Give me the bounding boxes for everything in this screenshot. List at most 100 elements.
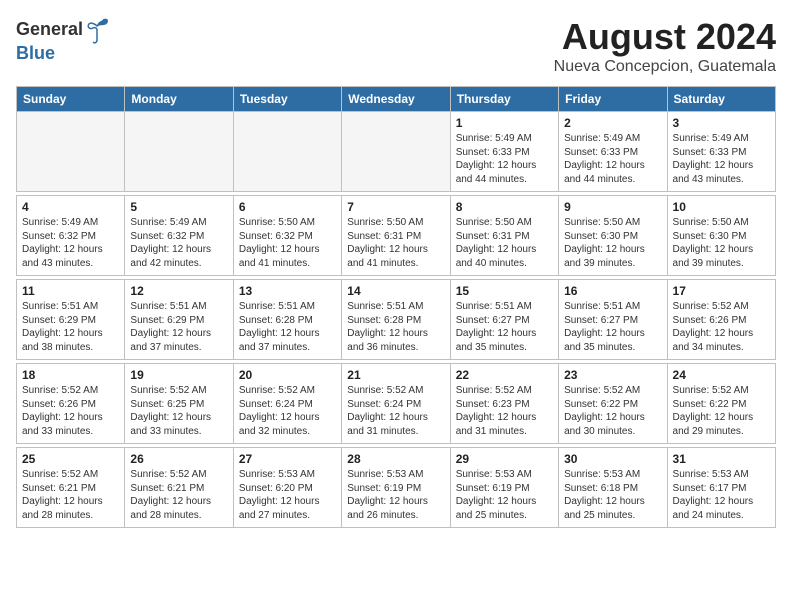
day-info: Sunrise: 5:52 AM Sunset: 6:21 PM Dayligh… bbox=[22, 468, 119, 522]
day-number: 20 bbox=[239, 368, 336, 382]
day-info: Sunrise: 5:49 AM Sunset: 6:33 PM Dayligh… bbox=[673, 132, 770, 186]
day-info: Sunrise: 5:52 AM Sunset: 6:26 PM Dayligh… bbox=[673, 300, 770, 354]
calendar-day-cell: 20 Sunrise: 5:52 AM Sunset: 6:24 PM Dayli… bbox=[233, 364, 341, 444]
day-number: 14 bbox=[347, 284, 444, 298]
calendar-day-cell: 28Sunrise: 5:53 AM Sunset: 6:19 PM Dayli… bbox=[342, 448, 450, 528]
calendar-day-cell: 1Sunrise: 5:49 AM Sunset: 6:33 PM Daylig… bbox=[450, 112, 558, 192]
page-header: General Blue August 2024 Nueva Concepcio… bbox=[16, 16, 776, 76]
day-number: 17 bbox=[673, 284, 770, 298]
calendar-day-cell: 18 Sunrise: 5:52 AM Sunset: 6:26 PM Dayli… bbox=[17, 364, 125, 444]
day-number: 7 bbox=[347, 200, 444, 214]
location-subtitle: Nueva Concepcion, Guatemala bbox=[554, 58, 776, 76]
day-info: Sunrise: 5:51 AM Sunset: 6:29 PM Dayligh… bbox=[130, 300, 227, 354]
calendar-week-row: 11Sunrise: 5:51 AM Sunset: 6:29 PM Dayli… bbox=[17, 280, 776, 360]
day-info: Sunrise: 5:50 AM Sunset: 6:30 PM Dayligh… bbox=[564, 216, 661, 270]
month-year-title: August 2024 bbox=[554, 16, 776, 58]
calendar-week-row: 18 Sunrise: 5:52 AM Sunset: 6:26 PM Dayli… bbox=[17, 364, 776, 444]
calendar-day-cell: 30Sunrise: 5:53 AM Sunset: 6:18 PM Dayli… bbox=[559, 448, 667, 528]
logo: General Blue bbox=[16, 16, 109, 64]
day-number: 1 bbox=[456, 116, 553, 130]
calendar-day-cell: 2Sunrise: 5:49 AM Sunset: 6:33 PM Daylig… bbox=[559, 112, 667, 192]
calendar-day-cell: 25 Sunrise: 5:52 AM Sunset: 6:21 PM Dayli… bbox=[17, 448, 125, 528]
day-info: Sunrise: 5:53 AM Sunset: 6:19 PM Dayligh… bbox=[456, 468, 553, 522]
day-number: 9 bbox=[564, 200, 661, 214]
calendar-day-cell: 16 Sunrise: 5:51 AM Sunset: 6:27 PM Dayli… bbox=[559, 280, 667, 360]
day-info: Sunrise: 5:51 AM Sunset: 6:29 PM Dayligh… bbox=[22, 300, 119, 354]
day-info: Sunrise: 5:50 AM Sunset: 6:30 PM Dayligh… bbox=[673, 216, 770, 270]
calendar-day-cell: 7 Sunrise: 5:50 AM Sunset: 6:31 PM Daylig… bbox=[342, 196, 450, 276]
day-info: Sunrise: 5:51 AM Sunset: 6:28 PM Dayligh… bbox=[347, 300, 444, 354]
day-of-week-header: Friday bbox=[559, 87, 667, 112]
day-info: Sunrise: 5:52 AM Sunset: 6:21 PM Dayligh… bbox=[130, 468, 227, 522]
day-info: Sunrise: 5:51 AM Sunset: 6:27 PM Dayligh… bbox=[564, 300, 661, 354]
day-info: Sunrise: 5:52 AM Sunset: 6:25 PM Dayligh… bbox=[130, 384, 227, 438]
calendar-day-cell: 23 Sunrise: 5:52 AM Sunset: 6:22 PM Dayli… bbox=[559, 364, 667, 444]
calendar-day-cell: 14 Sunrise: 5:51 AM Sunset: 6:28 PM Dayli… bbox=[342, 280, 450, 360]
day-info: Sunrise: 5:50 AM Sunset: 6:31 PM Dayligh… bbox=[347, 216, 444, 270]
day-info: Sunrise: 5:50 AM Sunset: 6:31 PM Dayligh… bbox=[456, 216, 553, 270]
calendar-day-cell: 19 Sunrise: 5:52 AM Sunset: 6:25 PM Dayli… bbox=[125, 364, 233, 444]
calendar-day-cell: 24Sunrise: 5:52 AM Sunset: 6:22 PM Dayli… bbox=[667, 364, 775, 444]
calendar-day-cell: 3 Sunrise: 5:49 AM Sunset: 6:33 PM Daylig… bbox=[667, 112, 775, 192]
calendar-day-cell: 29 Sunrise: 5:53 AM Sunset: 6:19 PM Dayli… bbox=[450, 448, 558, 528]
day-of-week-header: Wednesday bbox=[342, 87, 450, 112]
day-number: 31 bbox=[673, 452, 770, 466]
calendar-day-cell: 22 Sunrise: 5:52 AM Sunset: 6:23 PM Dayli… bbox=[450, 364, 558, 444]
day-of-week-header: Sunday bbox=[17, 87, 125, 112]
calendar-day-cell: 21 Sunrise: 5:52 AM Sunset: 6:24 PM Dayli… bbox=[342, 364, 450, 444]
calendar-day-cell: 17 Sunrise: 5:52 AM Sunset: 6:26 PM Dayli… bbox=[667, 280, 775, 360]
day-number: 16 bbox=[564, 284, 661, 298]
day-number: 19 bbox=[130, 368, 227, 382]
calendar-day-cell: 9 Sunrise: 5:50 AM Sunset: 6:30 PM Daylig… bbox=[559, 196, 667, 276]
day-of-week-header: Thursday bbox=[450, 87, 558, 112]
calendar-day-cell: 8 Sunrise: 5:50 AM Sunset: 6:31 PM Daylig… bbox=[450, 196, 558, 276]
day-number: 25 bbox=[22, 452, 119, 466]
logo-blue-text: Blue bbox=[16, 44, 109, 64]
calendar-day-cell: 4Sunrise: 5:49 AM Sunset: 6:32 PM Daylig… bbox=[17, 196, 125, 276]
day-info: Sunrise: 5:52 AM Sunset: 6:26 PM Dayligh… bbox=[22, 384, 119, 438]
day-info: Sunrise: 5:51 AM Sunset: 6:27 PM Dayligh… bbox=[456, 300, 553, 354]
day-info: Sunrise: 5:49 AM Sunset: 6:32 PM Dayligh… bbox=[22, 216, 119, 270]
day-info: Sunrise: 5:52 AM Sunset: 6:22 PM Dayligh… bbox=[564, 384, 661, 438]
calendar-day-cell bbox=[342, 112, 450, 192]
calendar-day-cell: 11Sunrise: 5:51 AM Sunset: 6:29 PM Dayli… bbox=[17, 280, 125, 360]
day-number: 13 bbox=[239, 284, 336, 298]
day-number: 3 bbox=[673, 116, 770, 130]
calendar-day-cell: 27Sunrise: 5:53 AM Sunset: 6:20 PM Dayli… bbox=[233, 448, 341, 528]
logo-general-text: General bbox=[16, 20, 83, 40]
day-info: Sunrise: 5:52 AM Sunset: 6:24 PM Dayligh… bbox=[239, 384, 336, 438]
day-number: 26 bbox=[130, 452, 227, 466]
day-number: 12 bbox=[130, 284, 227, 298]
day-info: Sunrise: 5:49 AM Sunset: 6:32 PM Dayligh… bbox=[130, 216, 227, 270]
day-info: Sunrise: 5:51 AM Sunset: 6:28 PM Dayligh… bbox=[239, 300, 336, 354]
day-info: Sunrise: 5:50 AM Sunset: 6:32 PM Dayligh… bbox=[239, 216, 336, 270]
day-of-week-header: Saturday bbox=[667, 87, 775, 112]
calendar-week-row: 25 Sunrise: 5:52 AM Sunset: 6:21 PM Dayli… bbox=[17, 448, 776, 528]
day-number: 8 bbox=[456, 200, 553, 214]
day-info: Sunrise: 5:52 AM Sunset: 6:24 PM Dayligh… bbox=[347, 384, 444, 438]
title-block: August 2024 Nueva Concepcion, Guatemala bbox=[554, 16, 776, 76]
day-info: Sunrise: 5:53 AM Sunset: 6:17 PM Dayligh… bbox=[673, 468, 770, 522]
day-number: 24 bbox=[673, 368, 770, 382]
day-number: 22 bbox=[456, 368, 553, 382]
day-number: 29 bbox=[456, 452, 553, 466]
day-info: Sunrise: 5:53 AM Sunset: 6:19 PM Dayligh… bbox=[347, 468, 444, 522]
calendar-day-cell: 31 Sunrise: 5:53 AM Sunset: 6:17 PM Dayli… bbox=[667, 448, 775, 528]
day-info: Sunrise: 5:52 AM Sunset: 6:23 PM Dayligh… bbox=[456, 384, 553, 438]
calendar-day-cell bbox=[125, 112, 233, 192]
day-number: 5 bbox=[130, 200, 227, 214]
day-number: 23 bbox=[564, 368, 661, 382]
day-number: 18 bbox=[22, 368, 119, 382]
day-number: 30 bbox=[564, 452, 661, 466]
calendar-day-cell bbox=[17, 112, 125, 192]
calendar-day-cell: 12 Sunrise: 5:51 AM Sunset: 6:29 PM Dayli… bbox=[125, 280, 233, 360]
calendar-week-row: 1 Sunrise: 5:49 AM Sunset: 6:33 PM Daylig… bbox=[17, 112, 776, 192]
calendar-header-row: SundayMondayTuesdayWednesdayThursdayFrid… bbox=[17, 87, 776, 112]
calendar-day-cell: 6Sunrise: 5:50 AM Sunset: 6:32 PM Daylig… bbox=[233, 196, 341, 276]
day-number: 21 bbox=[347, 368, 444, 382]
calendar-day-cell: 10 Sunrise: 5:50 AM Sunset: 6:30 PM Dayli… bbox=[667, 196, 775, 276]
day-number: 15 bbox=[456, 284, 553, 298]
day-number: 10 bbox=[673, 200, 770, 214]
day-number: 2 bbox=[564, 116, 661, 130]
day-of-week-header: Tuesday bbox=[233, 87, 341, 112]
